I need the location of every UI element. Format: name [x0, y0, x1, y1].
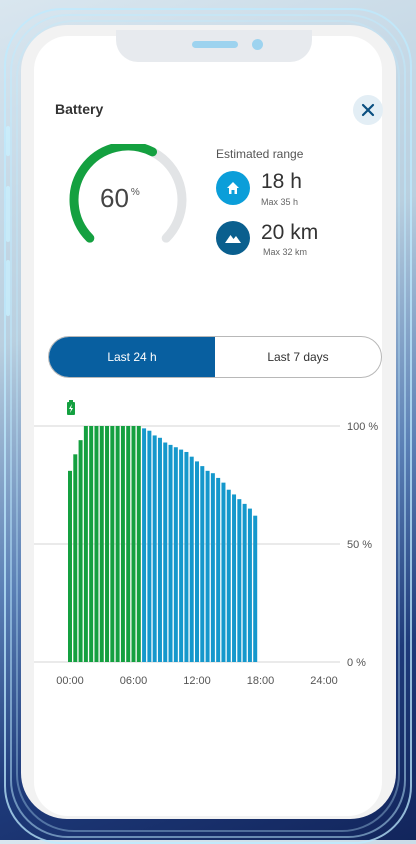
bar-discharging [247, 508, 252, 662]
bar-discharging [189, 456, 194, 662]
bar-charging [89, 426, 94, 662]
bar-discharging [184, 451, 189, 662]
bar-discharging [179, 449, 184, 662]
bar-charging [68, 470, 72, 662]
bar-discharging [226, 489, 231, 662]
y-tick-label: 50 % [347, 539, 372, 551]
bar-discharging [142, 428, 147, 662]
bar-charging [94, 426, 99, 662]
bar-discharging [221, 482, 226, 662]
bar-discharging [195, 461, 199, 662]
bar-discharging [216, 477, 221, 662]
x-tick-label: 06:00 [120, 675, 148, 687]
x-tick-label: 18:00 [247, 675, 275, 687]
bar-charging [115, 426, 120, 662]
bar-charging [131, 426, 136, 662]
bar-discharging [157, 437, 162, 662]
bar-discharging [242, 503, 247, 662]
x-tick-label: 00:00 [56, 675, 84, 687]
bar-discharging [232, 494, 237, 662]
bar-discharging [147, 430, 152, 662]
x-tick-label: 24:00 [310, 675, 338, 687]
bar-discharging [200, 466, 205, 662]
x-tick-label: 12:00 [183, 675, 211, 687]
bar-charging [73, 454, 78, 662]
bar-charging [99, 426, 104, 662]
bar-discharging [253, 515, 258, 662]
bar-charging [105, 426, 110, 662]
bar-discharging [173, 447, 178, 662]
bar-discharging [152, 435, 157, 662]
bar-discharging [205, 470, 210, 662]
bar-discharging [210, 473, 215, 662]
y-tick-label: 0 % [347, 657, 366, 669]
bar-charging [120, 426, 125, 662]
bar-charging [78, 440, 83, 662]
bar-discharging [163, 442, 168, 662]
bar-charging [110, 426, 115, 662]
battery-charging-icon [67, 400, 75, 415]
bar-discharging [168, 444, 173, 662]
battery-history-chart: 100 % 50 % 0 % 00:00 06:00 12:00 18:00 24:00 [34, 400, 378, 687]
bar-discharging [237, 499, 242, 662]
bar-charging [126, 426, 131, 662]
y-tick-label: 100 % [347, 421, 378, 433]
bar-charging [136, 426, 141, 662]
bar-charging [83, 426, 88, 662]
